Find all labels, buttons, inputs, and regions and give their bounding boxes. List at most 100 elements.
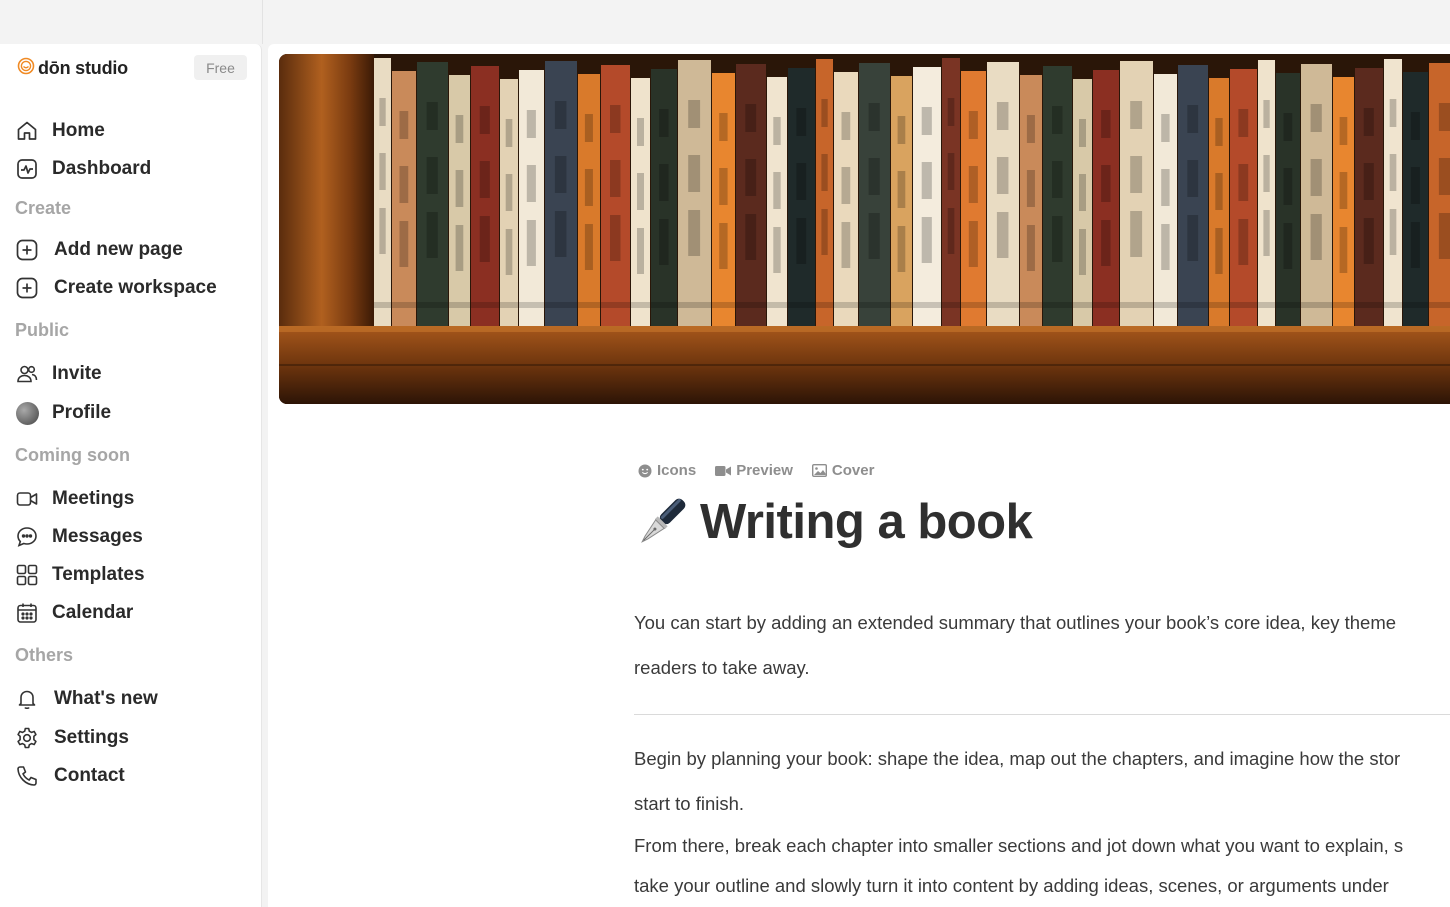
book-spine-band xyxy=(449,302,470,308)
fountain-pen-icon[interactable] xyxy=(634,494,690,550)
book-spine-lettering xyxy=(1410,222,1420,268)
paragraph-line: You can start by adding an extended summ… xyxy=(634,612,1397,633)
browser-top-bar xyxy=(0,0,1450,44)
book-spine-lettering xyxy=(868,158,880,195)
book-spine-lettering xyxy=(1438,213,1450,259)
book-spine-lettering xyxy=(921,217,932,263)
book-spine-lettering xyxy=(379,98,386,126)
book-spine-lettering xyxy=(659,109,669,137)
book-spine-lettering xyxy=(1238,164,1249,201)
sidebar-item-templates[interactable]: Templates xyxy=(15,562,145,588)
book-spine-band xyxy=(859,302,890,308)
book-spine-lettering xyxy=(1130,211,1143,257)
book-spine-lettering xyxy=(796,108,807,136)
book-spine-lettering xyxy=(554,156,567,193)
book-spine-lettering xyxy=(968,166,978,203)
book-spine-lettering xyxy=(773,117,781,145)
book-spine-lettering xyxy=(1263,210,1270,256)
book-spine-lettering xyxy=(399,166,409,203)
preview-button[interactable]: Preview xyxy=(715,462,793,479)
book-spine-band xyxy=(651,302,677,308)
book-spine-lettering xyxy=(897,226,906,272)
home-icon xyxy=(15,119,39,143)
book-spine-band xyxy=(1043,302,1072,308)
sidebar-item-settings[interactable]: Settings xyxy=(15,725,129,751)
book-spine-band xyxy=(1276,302,1300,308)
sidebar-item-label: Create workspace xyxy=(54,277,217,298)
section-title-public: Public xyxy=(15,320,70,340)
book-spine-lettering xyxy=(610,105,621,133)
paragraph-planning[interactable]: Begin by planning your book: shape the i… xyxy=(634,736,1450,826)
sidebar-item-profile[interactable]: Profile xyxy=(15,400,111,426)
sidebar-item-messages[interactable]: Messages xyxy=(15,524,143,550)
sidebar-item-calendar[interactable]: Calendar xyxy=(15,600,133,626)
sidebar-item-invite[interactable]: Invite xyxy=(15,361,102,387)
book-spine-lettering xyxy=(921,107,932,135)
main-content: Icons Preview Cover Writing a book You c… xyxy=(268,44,1450,907)
plan-badge[interactable]: Free xyxy=(194,55,247,80)
sidebar-item-contact[interactable]: Contact xyxy=(15,763,125,789)
cover-button[interactable]: Cover xyxy=(811,462,874,479)
book-spine-lettering xyxy=(968,221,978,267)
book-spine-lettering xyxy=(526,220,536,266)
action-label: Icons xyxy=(657,462,697,479)
sidebar-item-add-page[interactable]: Add new page xyxy=(15,237,183,263)
book-spine-lettering xyxy=(897,171,906,208)
book-spine-lettering xyxy=(796,163,807,200)
book-spine-band xyxy=(736,302,766,308)
book-spine-lettering xyxy=(426,212,438,258)
book-spine-lettering xyxy=(745,104,757,132)
book-spine-lettering xyxy=(505,174,513,211)
book-spine-band xyxy=(987,302,1019,308)
brand[interactable]: dōn studio xyxy=(17,57,128,80)
sidebar-item-home[interactable]: Home xyxy=(15,118,105,144)
add-icon-button[interactable]: Icons xyxy=(638,462,696,479)
paragraph-summary[interactable]: You can start by adding an extended summ… xyxy=(634,600,1450,690)
book-spine-lettering xyxy=(505,229,513,275)
book-spine-lettering xyxy=(947,98,955,126)
cover-image[interactable] xyxy=(279,54,1450,404)
book-spine-band xyxy=(1429,302,1450,308)
book-spine-lettering xyxy=(426,102,438,130)
book-spine-lettering xyxy=(1438,158,1450,195)
sidebar-item-create-workspace[interactable]: Create workspace xyxy=(15,275,217,301)
book-spine-lettering xyxy=(1026,115,1035,143)
book-spine-lettering xyxy=(1310,214,1322,260)
book-spine-lettering xyxy=(1130,101,1143,129)
page-title[interactable]: Writing a book xyxy=(700,494,1033,550)
book-spine-lettering xyxy=(719,223,728,269)
book-spine-band xyxy=(834,302,858,308)
book-spine-lettering xyxy=(1079,229,1086,275)
book-spine-lettering xyxy=(1161,169,1170,206)
book-spine-band xyxy=(913,302,941,308)
book-spine-lettering xyxy=(821,154,828,191)
book-spine-lettering xyxy=(1363,163,1374,200)
book-spine-lettering xyxy=(968,111,978,139)
book-spine-lettering xyxy=(1310,159,1322,196)
book-spine-lettering xyxy=(773,227,781,273)
book-spine-lettering xyxy=(426,157,438,194)
book-spine-lettering xyxy=(1263,100,1270,128)
book-spine-lettering xyxy=(554,101,567,129)
sidebar-item-dashboard[interactable]: Dashboard xyxy=(15,156,151,182)
grid-icon xyxy=(15,563,39,587)
book-spine-lettering xyxy=(1161,114,1170,142)
paragraph-outline[interactable]: From there, break each chapter into smal… xyxy=(634,826,1450,906)
book-spine-lettering xyxy=(745,159,757,196)
book-spine-band xyxy=(471,302,499,308)
book-spine-band xyxy=(961,302,986,308)
sidebar-item-whats-new[interactable]: What's new xyxy=(15,686,158,712)
book-spine-lettering xyxy=(479,106,490,134)
book-spine-lettering xyxy=(841,167,851,204)
book-spine-band xyxy=(1384,302,1402,308)
users-icon xyxy=(15,362,39,386)
book-spine-lettering xyxy=(1410,167,1420,204)
book-spine-lettering xyxy=(1215,228,1223,274)
book-spine-lettering xyxy=(921,162,932,199)
book-spine-lettering xyxy=(1238,219,1249,265)
book-spine-lettering xyxy=(1215,173,1223,210)
book-spine-band xyxy=(1333,302,1354,308)
sidebar-item-meetings[interactable]: Meetings xyxy=(15,486,134,512)
book-spine xyxy=(1120,61,1153,326)
book-spine-band xyxy=(942,302,960,308)
